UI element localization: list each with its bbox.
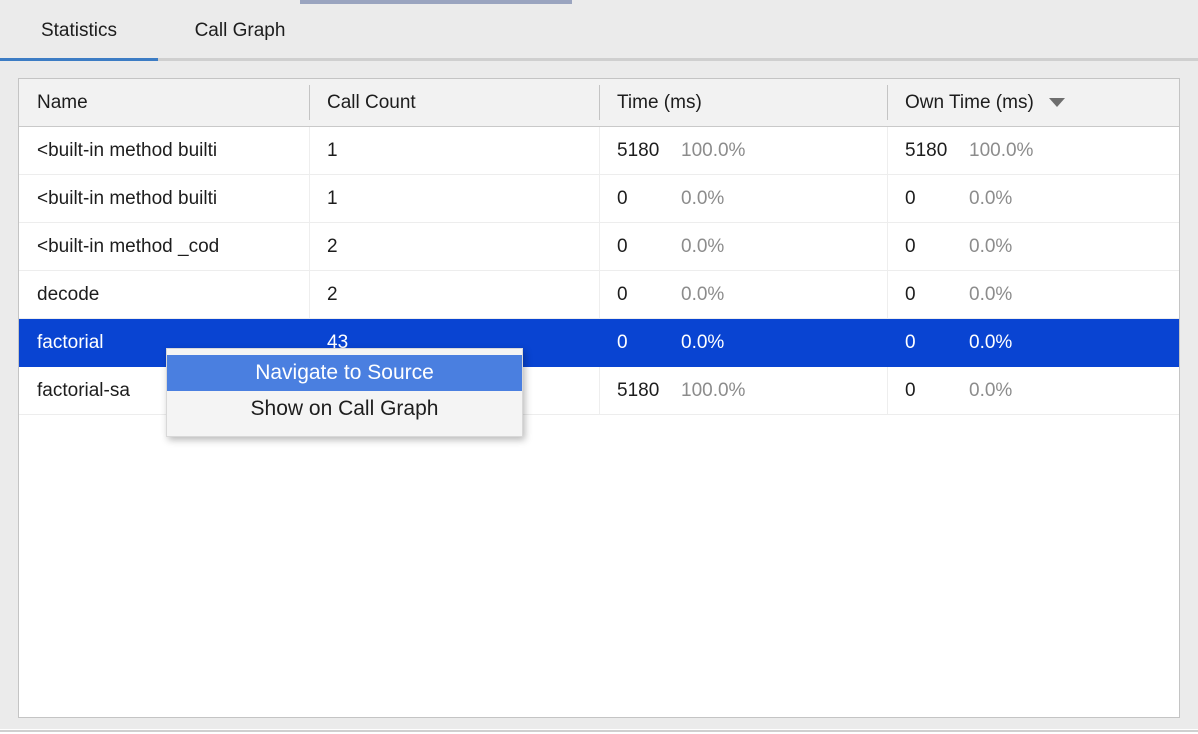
cell-call-count: 1 bbox=[309, 175, 599, 222]
cell-time-percent: 0.0% bbox=[681, 188, 724, 210]
cell-time-percent: 0.0% bbox=[681, 284, 724, 306]
cell-time: 5180 100.0% bbox=[599, 367, 887, 414]
cell-own-time-value: 0 bbox=[905, 380, 969, 402]
cell-time: 0 0.0% bbox=[599, 223, 887, 270]
cell-own-time-percent: 0.0% bbox=[969, 284, 1012, 306]
cell-own-time: 0 0.0% bbox=[887, 367, 1179, 414]
bottom-divider bbox=[0, 730, 1198, 732]
table-row[interactable]: decode 2 0 0.0% 0 0.0% bbox=[19, 271, 1179, 319]
cell-own-time: 0 0.0% bbox=[887, 319, 1179, 366]
column-header-own-time[interactable]: Own Time (ms) bbox=[887, 79, 1179, 126]
table-row[interactable]: <built-in method builti 1 0 0.0% 0 0.0% bbox=[19, 175, 1179, 223]
cell-own-time-value: 5180 bbox=[905, 140, 969, 162]
cell-own-time: 0 0.0% bbox=[887, 223, 1179, 270]
cell-own-time-percent: 0.0% bbox=[969, 332, 1012, 354]
menu-item-navigate-to-source[interactable]: Navigate to Source bbox=[167, 355, 522, 391]
cell-time: 5180 100.0% bbox=[599, 127, 887, 174]
cell-name: <built-in method _cod bbox=[19, 223, 309, 270]
tab-call-graph-label: Call Graph bbox=[195, 20, 286, 42]
cell-time: 0 0.0% bbox=[599, 271, 887, 318]
column-header-time[interactable]: Time (ms) bbox=[599, 79, 887, 126]
cell-call-count: 1 bbox=[309, 127, 599, 174]
menu-item-show-on-call-graph[interactable]: Show on Call Graph bbox=[167, 391, 522, 427]
cell-time-value: 5180 bbox=[617, 140, 681, 162]
column-header-call-count[interactable]: Call Count bbox=[309, 79, 599, 126]
cell-time-value: 0 bbox=[617, 332, 681, 354]
column-header-own-time-label: Own Time (ms) bbox=[905, 92, 1034, 114]
cell-time-percent: 0.0% bbox=[681, 236, 724, 258]
cell-name: <built-in method builti bbox=[19, 175, 309, 222]
cell-own-time-percent: 100.0% bbox=[969, 140, 1033, 162]
column-header-call-count-label: Call Count bbox=[327, 92, 416, 114]
cell-own-time-percent: 0.0% bbox=[969, 236, 1012, 258]
chevron-down-icon bbox=[1049, 98, 1065, 107]
cell-time-percent: 100.0% bbox=[681, 140, 745, 162]
cell-time-value: 0 bbox=[617, 188, 681, 210]
cell-own-time-value: 0 bbox=[905, 188, 969, 210]
cell-own-time: 0 0.0% bbox=[887, 175, 1179, 222]
cell-name: decode bbox=[19, 271, 309, 318]
tab-call-graph[interactable]: Call Graph bbox=[158, 4, 322, 58]
column-header-time-label: Time (ms) bbox=[617, 92, 702, 114]
context-menu: Navigate to Source Show on Call Graph bbox=[166, 348, 523, 437]
cell-own-time-value: 0 bbox=[905, 236, 969, 258]
tab-statistics[interactable]: Statistics bbox=[0, 4, 158, 58]
cell-time-value: 5180 bbox=[617, 380, 681, 402]
cell-name: <built-in method builti bbox=[19, 127, 309, 174]
table-row[interactable]: <built-in method builti 1 5180 100.0% 51… bbox=[19, 127, 1179, 175]
cell-time-percent: 0.0% bbox=[681, 332, 724, 354]
cell-time: 0 0.0% bbox=[599, 319, 887, 366]
cell-time-percent: 100.0% bbox=[681, 380, 745, 402]
cell-time: 0 0.0% bbox=[599, 175, 887, 222]
cell-time-value: 0 bbox=[617, 236, 681, 258]
cell-time-value: 0 bbox=[617, 284, 681, 306]
cell-own-time: 5180 100.0% bbox=[887, 127, 1179, 174]
cell-own-time-percent: 0.0% bbox=[969, 188, 1012, 210]
tab-statistics-label: Statistics bbox=[41, 20, 117, 42]
table-header-row: Name Call Count Time (ms) Own Time (ms) bbox=[19, 79, 1179, 127]
cell-call-count: 2 bbox=[309, 271, 599, 318]
menu-item-navigate-to-source-label: Navigate to Source bbox=[255, 361, 434, 385]
table-row[interactable]: <built-in method _cod 2 0 0.0% 0 0.0% bbox=[19, 223, 1179, 271]
cell-own-time-value: 0 bbox=[905, 284, 969, 306]
menu-item-show-on-call-graph-label: Show on Call Graph bbox=[251, 397, 439, 421]
cell-own-time-percent: 0.0% bbox=[969, 380, 1012, 402]
column-header-name-label: Name bbox=[37, 92, 88, 114]
tab-bar: Statistics Call Graph bbox=[0, 4, 1198, 58]
cell-own-time-value: 0 bbox=[905, 332, 969, 354]
column-header-name[interactable]: Name bbox=[19, 79, 309, 126]
cell-call-count: 2 bbox=[309, 223, 599, 270]
cell-own-time: 0 0.0% bbox=[887, 271, 1179, 318]
